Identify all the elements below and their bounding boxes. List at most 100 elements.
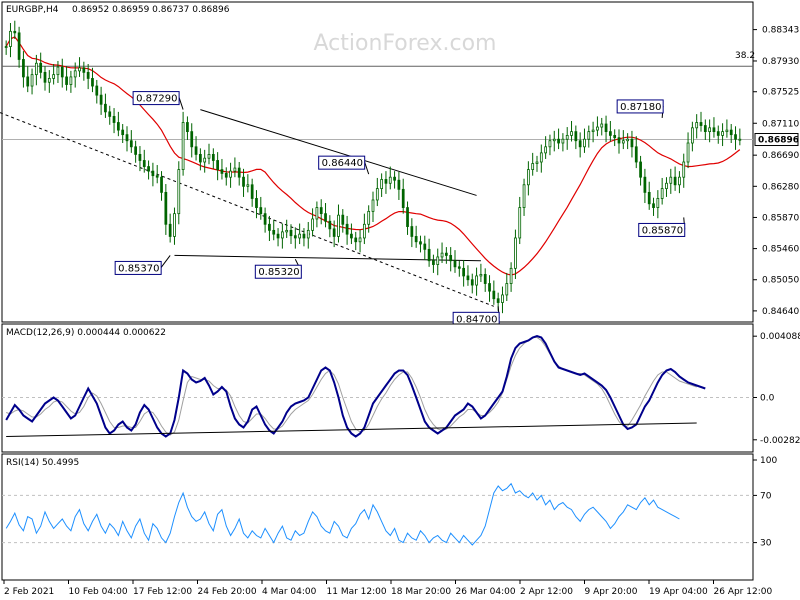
- candle-body: [410, 226, 414, 237]
- candle-body: [544, 146, 548, 154]
- main-ytick-label: 0.86280: [762, 182, 799, 192]
- candle-body: [22, 59, 25, 78]
- candle-body: [466, 275, 470, 281]
- candle-body: [194, 146, 198, 155]
- candle-body: [419, 241, 422, 245]
- candle-body: [626, 138, 630, 142]
- candle-body: [384, 179, 388, 184]
- candle-body: [509, 267, 513, 284]
- candle-body: [207, 154, 211, 159]
- candle-body: [423, 243, 427, 250]
- candle-body: [56, 66, 60, 76]
- candle-body: [91, 78, 94, 87]
- candle-body: [604, 123, 608, 133]
- xtick-label: 19 Apr 04:00: [649, 587, 708, 597]
- main-ytick-label: 0.85870: [762, 213, 799, 223]
- annotation-label: 0.86440: [322, 158, 363, 169]
- candle-body: [104, 103, 107, 113]
- candle-body: [73, 70, 77, 78]
- candle-body: [341, 214, 345, 225]
- candle-body: [708, 127, 712, 133]
- main-y-axis: 0.88343 0.87930 0.87525 0.87110 0.86690 0.862…: [753, 26, 799, 317]
- candle-body: [268, 223, 271, 231]
- main-ytick-label: 0.88343: [762, 26, 799, 36]
- candle-body: [427, 248, 431, 262]
- candle-body: [583, 138, 586, 148]
- candle-body: [738, 138, 742, 141]
- candle-body: [121, 129, 125, 136]
- candle-body: [224, 172, 228, 178]
- candle-body: [13, 30, 17, 34]
- candle-body: [483, 274, 487, 284]
- candle-body: [272, 229, 276, 235]
- candle-body: [548, 140, 552, 148]
- candle-body: [255, 198, 258, 208]
- candle-body: [552, 138, 556, 142]
- candle-body: [151, 170, 155, 177]
- candle-body: [669, 176, 673, 184]
- main-ytick-label: 0.87930: [762, 57, 799, 67]
- candle-body: [177, 169, 181, 215]
- candle-body: [656, 198, 660, 208]
- candle-body: [561, 138, 565, 144]
- symbol-title: EURGBP,H4: [6, 5, 59, 15]
- candle-body: [725, 129, 729, 133]
- x-axis: 2 Feb 2021 10 Feb 04:00 17 Feb 12:00 24 Feb…: [3, 580, 772, 597]
- candle-body: [362, 223, 366, 239]
- main-ytick-label: 0.85460: [762, 245, 799, 255]
- candle-body: [470, 279, 474, 286]
- candle-body: [393, 176, 396, 181]
- candle-body: [608, 131, 612, 136]
- candle-body: [526, 169, 530, 186]
- candle-body: [462, 267, 466, 277]
- candle-body: [596, 126, 599, 131]
- xtick-label: 26 Mar 04:00: [456, 587, 516, 597]
- annotation-label: 0.85370: [118, 263, 159, 274]
- macd-ytick-label: -0.00282: [760, 436, 800, 446]
- candle-body: [168, 223, 172, 237]
- candle-body: [129, 140, 133, 148]
- rsi-panel-frame: [1, 453, 754, 581]
- candle-body: [198, 154, 202, 163]
- candle-body: [440, 252, 444, 258]
- candle-body: [324, 213, 327, 222]
- candle-body: [190, 131, 194, 148]
- candle-body: [444, 252, 448, 256]
- candle-body: [682, 161, 686, 178]
- candle-body: [211, 154, 215, 161]
- candle-body: [319, 207, 323, 215]
- candle-body: [65, 76, 68, 85]
- candle-body: [380, 179, 384, 189]
- candle-body: [492, 290, 496, 300]
- xtick-label: 18 Mar 20:00: [391, 587, 451, 597]
- candle-body: [436, 256, 440, 265]
- rsi-y-axis: 100 70 30: [753, 456, 777, 549]
- candle-body: [112, 116, 116, 123]
- candle-body: [647, 191, 651, 205]
- candle-body: [4, 46, 8, 48]
- candle-body: [734, 134, 737, 140]
- candle-body: [678, 176, 681, 186]
- candle-body: [673, 176, 677, 186]
- candle-body: [285, 229, 289, 233]
- candle-body: [95, 85, 99, 96]
- candle-body: [82, 67, 86, 73]
- candle-body: [634, 146, 638, 163]
- candle-body: [600, 123, 604, 128]
- candle-body: [539, 152, 543, 163]
- candle-body: [518, 207, 522, 239]
- candle-body: [695, 122, 699, 129]
- candle-body: [613, 135, 617, 139]
- annotation-label: 0.87180: [620, 102, 661, 113]
- candle-body: [457, 266, 461, 269]
- candle-body: [621, 140, 625, 144]
- main-ytick-label: 0.87110: [762, 119, 799, 129]
- candle-body: [298, 233, 302, 239]
- macd-panel: MACD(12,26,9) 0.000444 0.000622 0.004088…: [1, 323, 800, 453]
- candle-body: [535, 161, 539, 164]
- candle-body: [350, 233, 353, 239]
- candle-body: [306, 229, 310, 239]
- candle-body: [302, 233, 306, 239]
- candle-body: [587, 131, 591, 140]
- macd-y-axis: 0.004088 0.0 -0.00282: [753, 332, 800, 446]
